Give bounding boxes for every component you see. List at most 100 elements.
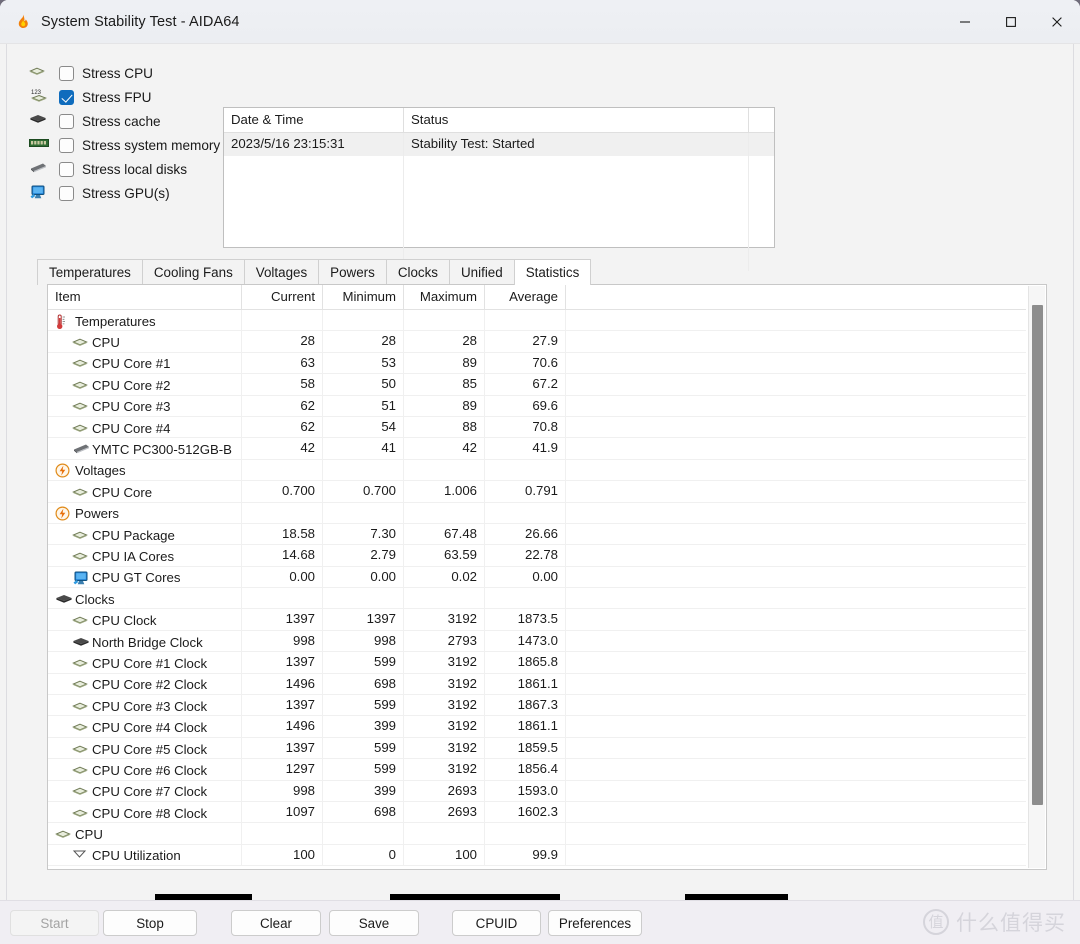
cpu-chip-icon (72, 763, 88, 778)
stress-checkbox-1[interactable] (59, 90, 74, 105)
statistics-cell-filler (566, 417, 1026, 438)
statistics-row[interactable]: CPU Clock1397139731921873.5 (48, 609, 1028, 630)
statistics-cell-minimum: 0 (323, 845, 404, 866)
stress-checkbox-2[interactable] (59, 114, 74, 129)
statistics-row[interactable]: CPU (48, 823, 1028, 844)
save-button[interactable]: Save (329, 910, 419, 936)
statistics-cell-item: CPU Core (48, 481, 242, 502)
column-header-average[interactable]: Average (485, 285, 566, 310)
statistics-row[interactable]: CPU Core #3 Clock139759931921867.3 (48, 695, 1028, 716)
stop-button[interactable]: Stop (103, 910, 197, 936)
statistics-cell-minimum: 399 (323, 781, 404, 802)
statistics-row[interactable]: Clocks (48, 588, 1028, 609)
statistics-cell-maximum: 0.02 (404, 567, 485, 588)
close-button[interactable] (1034, 0, 1080, 44)
statistics-cell-average: 99.9 (485, 845, 566, 866)
statistics-cell-item: CPU Core #6 Clock (48, 759, 242, 780)
statistics-cell-current (242, 503, 323, 524)
log-header-status[interactable]: Status (404, 108, 749, 133)
statistics-cell-maximum: 2793 (404, 631, 485, 652)
statistics-cell-current (242, 310, 323, 331)
statistics-row[interactable]: CPU Core #258508567.2 (48, 374, 1028, 395)
statistics-row[interactable]: CPU Core #163538970.6 (48, 353, 1028, 374)
statistics-row[interactable]: Voltages (48, 460, 1028, 481)
statistics-cell-average: 1861.1 (485, 674, 566, 695)
statistics-cell-filler (566, 781, 1026, 802)
start-button: Start (10, 910, 99, 936)
statistics-row[interactable]: CPU Core #4 Clock149639931921861.1 (48, 716, 1028, 737)
statistics-row[interactable]: Temperatures (48, 310, 1028, 331)
statistics-cell-filler (566, 759, 1026, 780)
statistics-cell-filler (566, 545, 1026, 566)
statistics-cell-item: CPU Package (48, 524, 242, 545)
scrollbar-thumb[interactable] (1032, 305, 1043, 805)
statistics-row[interactable]: CPU Core #362518969.6 (48, 396, 1028, 417)
column-header-minimum[interactable]: Minimum (323, 285, 404, 310)
tab-temperatures[interactable]: Temperatures (37, 259, 143, 285)
tab-voltages[interactable]: Voltages (244, 259, 319, 285)
stress-option-row[interactable]: Stress CPU (29, 61, 224, 85)
tab-clocks[interactable]: Clocks (386, 259, 450, 285)
cpuid-button[interactable]: CPUID (452, 910, 541, 936)
statistics-row[interactable]: CPU Core0.7000.7001.0060.791 (48, 481, 1028, 502)
maximize-button[interactable] (988, 0, 1034, 44)
statistics-row[interactable]: North Bridge Clock99899827931473.0 (48, 631, 1028, 652)
gpu-monitor-icon (29, 184, 51, 202)
preferences-button[interactable]: Preferences (548, 910, 642, 936)
statistics-cell-maximum (404, 588, 485, 609)
stress-checkbox-4[interactable] (59, 162, 74, 177)
vertical-scrollbar[interactable] (1028, 286, 1045, 868)
statistics-item-label: CPU Core #8 Clock (92, 806, 207, 821)
stress-option-row[interactable]: Stress cache (29, 109, 224, 133)
statistics-row[interactable]: CPU Core #462548870.8 (48, 417, 1028, 438)
statistics-row[interactable]: CPU Core #8 Clock109769826931602.3 (48, 802, 1028, 823)
stress-checkbox-3[interactable] (59, 138, 74, 153)
statistics-row[interactable]: CPU Core #7 Clock99839926931593.0 (48, 781, 1028, 802)
column-header-maximum[interactable]: Maximum (404, 285, 485, 310)
log-row[interactable]: 2023/5/16 23:15:31Stability Test: Starte… (224, 133, 774, 156)
minimize-button[interactable] (942, 0, 988, 44)
column-header-item[interactable]: Item (48, 285, 242, 310)
statistics-cell-item: CPU Core #1 Clock (48, 652, 242, 673)
statistics-item-label: CPU Core #4 Clock (92, 720, 207, 735)
statistics-row[interactable]: CPU Core #6 Clock129759931921856.4 (48, 759, 1028, 780)
statistics-row[interactable]: CPU28282827.9 (48, 331, 1028, 352)
stress-checkbox-0[interactable] (59, 66, 74, 81)
tab-cooling-fans[interactable]: Cooling Fans (142, 259, 245, 285)
statistics-row[interactable]: CPU Core #2 Clock149669831921861.1 (48, 674, 1028, 695)
stress-option-row[interactable]: Stress GPU(s) (29, 181, 224, 205)
log-cell-empty (749, 202, 774, 225)
statistics-cell-current: 1496 (242, 674, 323, 695)
statistics-row[interactable]: CPU GT Cores0.000.000.020.00 (48, 567, 1028, 588)
cpu-chip-icon (72, 720, 88, 735)
stress-checkbox-5[interactable] (59, 186, 74, 201)
statistics-row[interactable]: YMTC PC300-512GB-B42414241.9 (48, 438, 1028, 459)
log-header-datetime[interactable]: Date & Time (224, 108, 404, 133)
statistics-cell-filler (566, 652, 1026, 673)
stress-option-row[interactable]: Stress system memory (29, 133, 224, 157)
statistics-cell-average (485, 503, 566, 524)
column-header-current[interactable]: Current (242, 285, 323, 310)
stress-option-row[interactable]: 123Stress FPU (29, 85, 224, 109)
statistics-row[interactable]: CPU IA Cores14.682.7963.5922.78 (48, 545, 1028, 566)
tab-unified[interactable]: Unified (449, 259, 515, 285)
stability-test-window: System Stability Test - AIDA64 Stress CP… (0, 0, 1080, 944)
cpu-chip-icon (29, 64, 51, 82)
event-log-list[interactable]: Date & Time Status 2023/5/16 23:15:31Sta… (223, 107, 775, 248)
statistics-row[interactable]: CPU Core #5 Clock139759931921859.5 (48, 738, 1028, 759)
statistics-item-label: CPU Core #7 Clock (92, 784, 207, 799)
tab-statistics[interactable]: Statistics (514, 259, 592, 285)
statistics-cell-maximum: 3192 (404, 674, 485, 695)
statistics-row[interactable]: Powers (48, 503, 1028, 524)
log-cell-empty (749, 156, 774, 179)
statistics-cell-current: 58 (242, 374, 323, 395)
statistics-row[interactable]: CPU Package18.587.3067.4826.66 (48, 524, 1028, 545)
statistics-row[interactable]: CPU Core #1 Clock139759931921865.8 (48, 652, 1028, 673)
clear-button[interactable]: Clear (231, 910, 321, 936)
stress-option-row[interactable]: Stress local disks (29, 157, 224, 181)
cpu-chip-icon (72, 784, 88, 799)
statistics-cell-minimum: 599 (323, 695, 404, 716)
statistics-row[interactable]: CPU Utilization100010099.9 (48, 845, 1028, 866)
statistics-cell-current (242, 588, 323, 609)
tab-powers[interactable]: Powers (318, 259, 387, 285)
